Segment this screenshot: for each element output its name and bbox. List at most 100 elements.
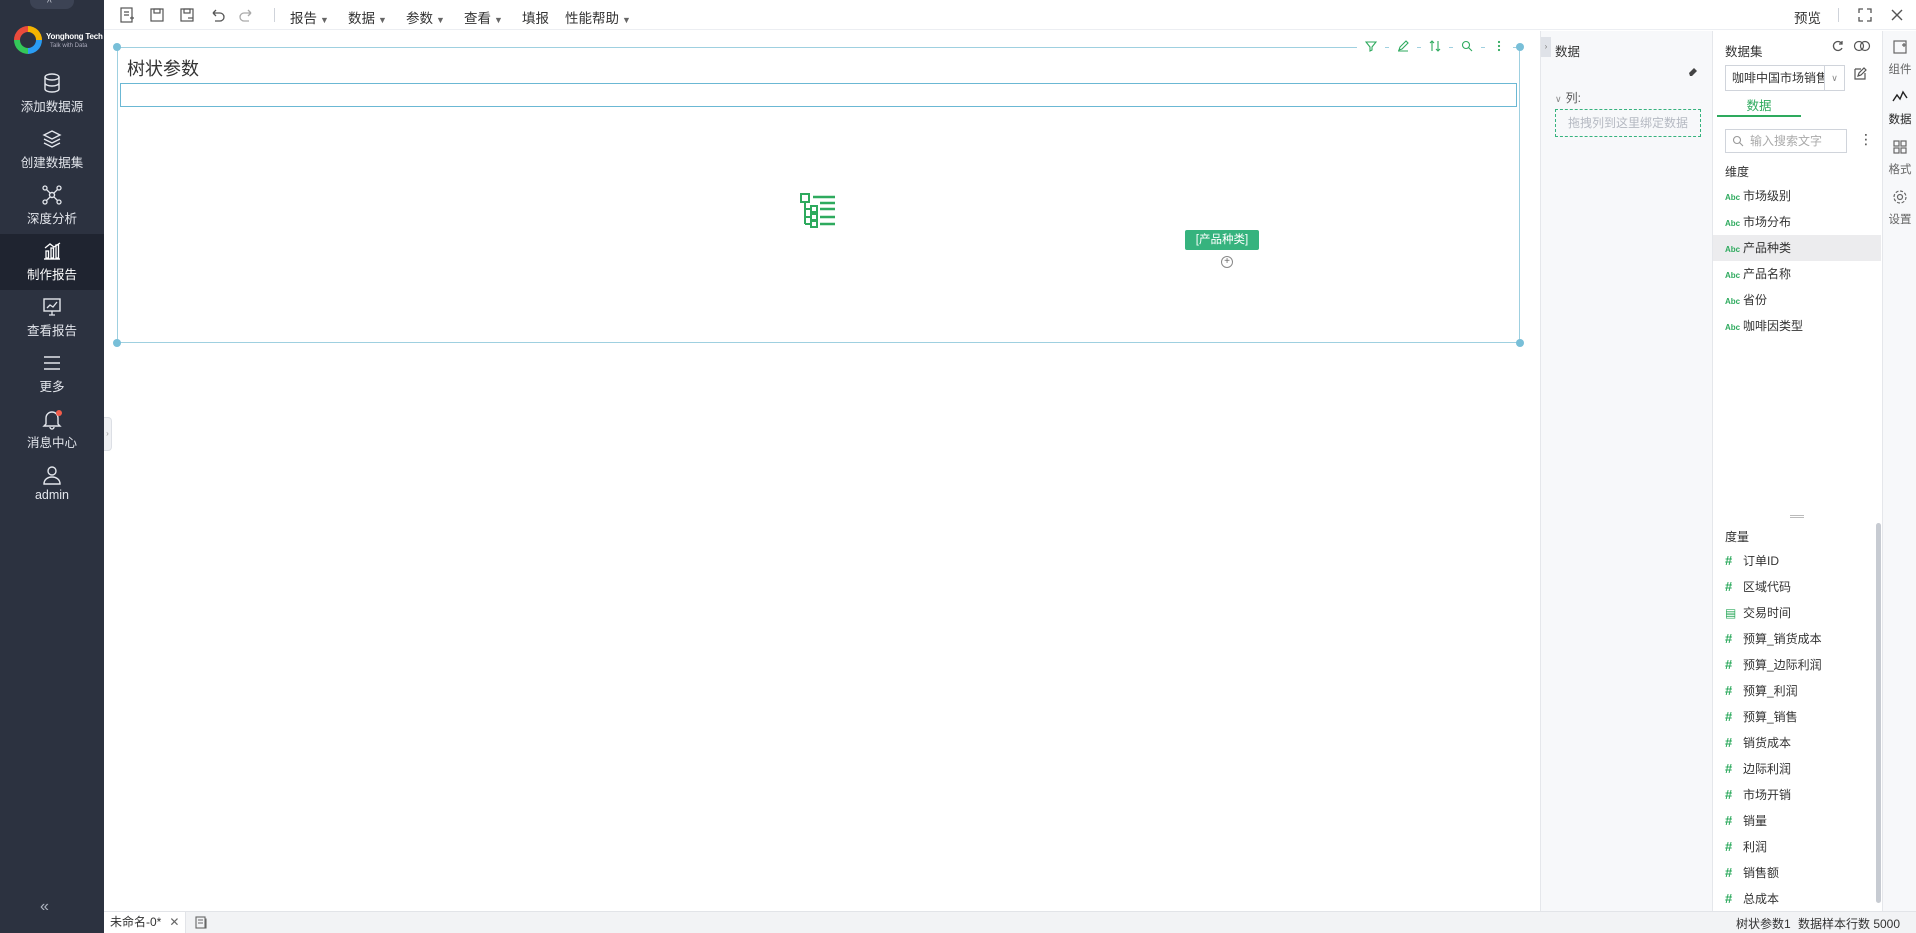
field-name: 总成本 xyxy=(1743,892,1780,906)
field-name: 利润 xyxy=(1743,840,1768,854)
search-icon[interactable] xyxy=(1453,38,1481,58)
document-list-icon[interactable] xyxy=(194,915,208,932)
field-list-scrollbar[interactable] xyxy=(1876,523,1881,903)
add-level-icon[interactable]: + xyxy=(1221,256,1233,268)
field-item[interactable]: # 预算_边际利润 xyxy=(1713,652,1881,678)
panel-splitter[interactable] xyxy=(1790,515,1804,518)
field-item[interactable]: Abc 咖啡因类型 xyxy=(1713,313,1881,339)
field-item[interactable]: # 销量 xyxy=(1713,808,1881,834)
field-item[interactable]: # 预算_销售 xyxy=(1713,704,1881,730)
text-type-icon: Abc xyxy=(1725,219,1741,228)
nav-label: 制作报告 xyxy=(26,268,77,282)
dataset-link-icon[interactable] xyxy=(1853,39,1871,56)
field-item[interactable]: ▤ 交易时间 xyxy=(1713,600,1881,626)
field-item[interactable]: Abc 市场分布 xyxy=(1713,209,1881,235)
menu-data[interactable]: 数据 ▼ xyxy=(348,7,387,27)
menu-view[interactable]: 查看 ▼ xyxy=(464,7,503,27)
field-search-input[interactable]: 输入搜索文字 xyxy=(1725,129,1847,153)
nav-create-dataset[interactable]: 创建数据集 xyxy=(0,122,104,178)
canvas-expand-handle[interactable]: › xyxy=(104,417,112,451)
data-icon xyxy=(1883,89,1916,109)
nav-label: 更多 xyxy=(39,380,65,394)
eraser-icon[interactable] xyxy=(1687,65,1699,80)
more-vertical-icon[interactable] xyxy=(1485,38,1513,58)
menu-view-label: 查看 xyxy=(464,11,491,26)
field-item[interactable]: # 利润 xyxy=(1713,834,1881,860)
chevron-right-icon[interactable]: › xyxy=(1541,37,1551,57)
new-report-icon[interactable] xyxy=(118,6,136,24)
bound-field-chip[interactable]: [产品种类] xyxy=(1185,230,1259,250)
resize-handle-bottom-right[interactable] xyxy=(1516,339,1524,347)
tab-data-panel[interactable]: 数据 xyxy=(1883,89,1916,127)
dataset-select[interactable]: 咖啡中国市场销售 ∨ xyxy=(1725,65,1845,91)
field-item[interactable]: # 市场开销 xyxy=(1713,782,1881,808)
collapse-sidebar-icon[interactable]: « xyxy=(40,898,49,916)
refresh-icon[interactable] xyxy=(1831,39,1845,56)
field-item[interactable]: # 预算_利润 xyxy=(1713,678,1881,704)
toolbar-divider xyxy=(1838,8,1839,22)
field-item[interactable]: Abc 省份 xyxy=(1713,287,1881,313)
redo-icon[interactable] xyxy=(238,6,256,24)
tab-data[interactable]: 数据 xyxy=(1717,95,1801,117)
resize-handle-top-left[interactable] xyxy=(113,43,121,51)
field-item[interactable]: Abc 产品名称 xyxy=(1713,261,1881,287)
filter-icon[interactable] xyxy=(1357,38,1385,58)
nav-label: admin xyxy=(34,488,70,502)
menu-performance-help[interactable]: 性能帮助 ▼ xyxy=(565,7,631,27)
document-tab[interactable]: 未命名-0* ✕ xyxy=(104,912,187,933)
close-tab-icon[interactable]: ✕ xyxy=(169,915,179,929)
nav-deep-analysis[interactable]: 深度分析 xyxy=(0,178,104,234)
field-item[interactable]: # 订单ID xyxy=(1713,548,1881,574)
field-name: 市场开销 xyxy=(1743,788,1792,802)
field-item[interactable]: # 销售额 xyxy=(1713,860,1881,886)
field-item[interactable]: # 销货成本 xyxy=(1713,730,1881,756)
menu-parameter[interactable]: 参数 ▼ xyxy=(406,7,445,27)
app-logo: Yonghong Tech Talk with Data xyxy=(12,24,103,58)
preview-button[interactable]: 预览 xyxy=(1794,7,1821,27)
tab-components[interactable]: 组件 xyxy=(1883,39,1916,77)
tab-settings[interactable]: 设置 xyxy=(1883,189,1916,227)
sort-icon[interactable] xyxy=(1421,38,1449,58)
logo-brand: Yonghong Tech xyxy=(46,32,103,41)
menu-fill[interactable]: 填报 xyxy=(522,7,549,27)
search-icon xyxy=(1732,130,1744,154)
number-type-icon: # xyxy=(1725,579,1733,594)
field-item[interactable]: Abc 产品种类 xyxy=(1713,235,1881,261)
database-icon xyxy=(44,73,60,93)
dataset-panel-title: 数据集 xyxy=(1725,45,1763,59)
save-icon[interactable] xyxy=(148,6,166,24)
more-vertical-icon[interactable]: ⋮ xyxy=(1859,131,1873,148)
edit-icon[interactable] xyxy=(1389,38,1417,58)
field-item[interactable]: # 总成本 xyxy=(1713,886,1881,912)
column-dropzone[interactable]: 拖拽列到这里绑定数据 xyxy=(1555,109,1701,137)
nav-add-datasource[interactable]: 添加数据源 xyxy=(0,66,104,122)
nav-view-report[interactable]: 查看报告 xyxy=(0,290,104,346)
settings-icon xyxy=(1883,189,1916,209)
nav-message-center[interactable]: 消息中心 xyxy=(0,402,104,458)
tab-format[interactable]: 格式 xyxy=(1883,139,1916,177)
number-type-icon: # xyxy=(1725,709,1733,724)
fullscreen-icon[interactable] xyxy=(1856,6,1874,24)
nav-user[interactable]: admin xyxy=(0,458,104,514)
columns-section[interactable]: ∨ 列: xyxy=(1555,89,1581,106)
nav-make-report[interactable]: 制作报告 xyxy=(0,234,104,290)
toolbar-divider xyxy=(274,8,275,22)
tree-parameter-input[interactable] xyxy=(120,83,1517,107)
dimensions-header: 维度 xyxy=(1725,165,1750,179)
resize-handle-bottom-left[interactable] xyxy=(113,339,121,347)
widget-title: 树状参数 xyxy=(127,59,199,79)
save-as-icon[interactable] xyxy=(178,6,196,24)
field-item[interactable]: Abc 市场级别 xyxy=(1713,183,1881,209)
menu-report[interactable]: 报告 ▼ xyxy=(290,7,329,27)
field-item[interactable]: # 预算_销货成本 xyxy=(1713,626,1881,652)
nav-more[interactable]: 更多 xyxy=(0,346,104,402)
number-type-icon: # xyxy=(1725,683,1733,698)
close-icon[interactable] xyxy=(1888,6,1906,24)
field-item[interactable]: # 区域代码 xyxy=(1713,574,1881,600)
resize-handle-top-right[interactable] xyxy=(1516,43,1524,51)
edit-dataset-icon[interactable] xyxy=(1853,67,1867,84)
undo-icon[interactable] xyxy=(208,6,226,24)
field-item[interactable]: # 边际利润 xyxy=(1713,756,1881,782)
nav-collapse-handle[interactable]: ^ xyxy=(30,0,74,9)
field-name: 销货成本 xyxy=(1743,736,1792,750)
